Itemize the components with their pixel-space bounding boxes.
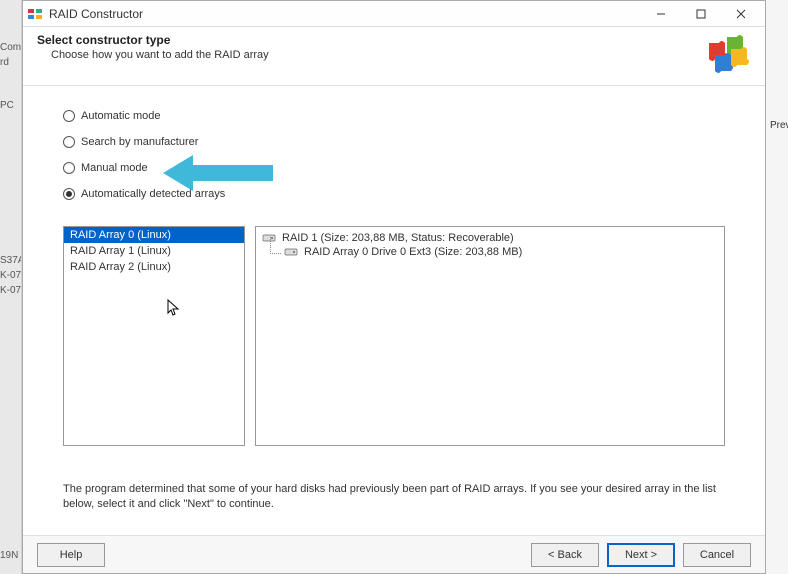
tree-node-label: RAID 1 (Size: 203,88 MB, Status: Recover…	[282, 232, 514, 244]
window-title: RAID Constructor	[49, 7, 641, 21]
radio-icon	[63, 162, 75, 174]
info-text: The program determined that some of your…	[63, 482, 725, 513]
background-right-strip: Prev	[770, 120, 788, 131]
wizard-content: Automatic mode Search by manufacturer Ma…	[23, 86, 765, 535]
next-button[interactable]: Next >	[607, 543, 675, 567]
disk-icon	[284, 247, 298, 257]
bg-text: PC	[0, 98, 21, 113]
close-icon	[736, 9, 746, 19]
detected-arrays-list[interactable]: RAID Array 0 (Linux) RAID Array 1 (Linux…	[63, 226, 245, 446]
button-label: < Back	[548, 549, 582, 561]
close-button[interactable]	[721, 2, 761, 26]
radio-icon	[63, 136, 75, 148]
wizard-header: Select constructor type Choose how you w…	[23, 27, 765, 86]
list-item[interactable]: RAID Array 1 (Linux)	[64, 243, 244, 259]
array-details-tree[interactable]: RAID 1 (Size: 203,88 MB, Status: Recover…	[255, 226, 725, 446]
titlebar: RAID Constructor	[23, 1, 765, 27]
decorative-puzzle-icon	[703, 33, 751, 75]
help-button[interactable]: Help	[37, 543, 105, 567]
maximize-button[interactable]	[681, 2, 721, 26]
maximize-icon	[696, 9, 706, 19]
button-label: Help	[60, 549, 83, 561]
wizard-heading: Select constructor type	[37, 33, 703, 47]
radio-search-by-manufacturer[interactable]: Search by manufacturer	[63, 136, 725, 148]
tree-node-child[interactable]: RAID Array 0 Drive 0 Ext3 (Size: 203,88 …	[284, 245, 718, 259]
bg-text: 19N	[0, 548, 21, 563]
bg-text: rd	[0, 55, 21, 70]
radio-automatic-mode[interactable]: Automatic mode	[63, 110, 725, 122]
cancel-button[interactable]: Cancel	[683, 543, 751, 567]
radio-label: Search by manufacturer	[81, 136, 198, 148]
radio-icon	[63, 110, 75, 122]
button-label: Cancel	[700, 549, 734, 561]
hint-arrow-icon	[163, 153, 275, 193]
list-item[interactable]: RAID Array 0 (Linux)	[64, 227, 244, 243]
wizard-footer: Help < Back Next > Cancel	[23, 535, 765, 573]
back-button[interactable]: < Back	[531, 543, 599, 567]
tree-node-label: RAID Array 0 Drive 0 Ext3 (Size: 203,88 …	[304, 246, 522, 258]
radio-label: Automatic mode	[81, 110, 160, 122]
tree-node-root[interactable]: RAID 1 (Size: 203,88 MB, Status: Recover…	[262, 231, 718, 245]
radio-icon	[63, 188, 75, 200]
mouse-cursor-icon	[167, 299, 181, 317]
list-item[interactable]: RAID Array 2 (Linux)	[64, 259, 244, 275]
app-icon	[27, 6, 43, 22]
button-label: Next >	[625, 549, 657, 561]
minimize-icon	[656, 9, 666, 19]
window-controls	[641, 2, 761, 26]
bg-text: K-07L	[0, 268, 21, 283]
radio-label: Manual mode	[81, 162, 148, 174]
bg-text: Prev	[770, 120, 788, 131]
wizard-subheading: Choose how you want to add the RAID arra…	[51, 49, 703, 61]
background-left-strip: Com rd PC S37A K-07L K-073 19N	[0, 0, 22, 574]
wizard-header-text: Select constructor type Choose how you w…	[37, 33, 703, 61]
bg-text: K-073	[0, 283, 21, 298]
minimize-button[interactable]	[641, 2, 681, 26]
array-panels: RAID Array 0 (Linux) RAID Array 1 (Linux…	[63, 226, 725, 446]
dialog-window: RAID Constructor Select constructor type…	[22, 0, 766, 574]
bg-text: S37A	[0, 253, 21, 268]
bg-text: Com	[0, 40, 21, 55]
